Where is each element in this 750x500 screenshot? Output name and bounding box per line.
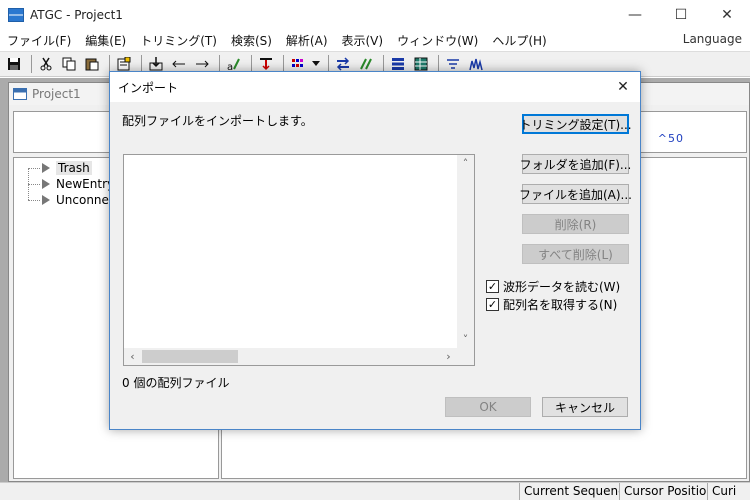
menu-analysis[interactable]: 解析(A): [279, 32, 335, 49]
window-controls: — ☐ ✕: [612, 0, 750, 30]
add-folder-button[interactable]: フォルダを追加(F)...: [520, 154, 631, 174]
expand-arrow-icon[interactable]: [42, 163, 50, 173]
menu-bar: ファイル(F) 編集(E) トリミング(T) 検索(S) 解析(A) 表示(V)…: [0, 30, 750, 51]
save-icon[interactable]: [4, 54, 24, 74]
paste-icon[interactable]: [82, 54, 102, 74]
scroll-right-icon[interactable]: ›: [440, 348, 457, 365]
import-dialog: インポート ✕ 配列ファイルをインポートします。 トリミング設定(T)... ˄…: [109, 71, 641, 430]
expand-arrow-icon[interactable]: [42, 179, 50, 189]
menu-language[interactable]: Language: [683, 32, 742, 46]
delete-button[interactable]: 削除(R): [522, 214, 629, 234]
tree-item-label: Trash: [56, 161, 92, 175]
app-icon: [8, 8, 24, 22]
status-current-sequence: Current Sequence: [519, 483, 619, 500]
svg-text:a: a: [227, 62, 233, 71]
get-seqname-option[interactable]: ✓ 配列名を取得する(N): [486, 296, 617, 313]
dialog-description: 配列ファイルをインポートします。: [122, 114, 313, 128]
status-cut: Curi: [707, 483, 750, 500]
scrollbar-corner: [457, 348, 474, 365]
toolbar-separator: [31, 55, 32, 73]
project-title: Project1: [32, 87, 81, 101]
status-bar: Current Sequence Cursor Position Curi: [0, 482, 750, 500]
maximize-button[interactable]: ☐: [658, 0, 704, 30]
menu-help[interactable]: ヘルプ(H): [485, 32, 553, 49]
tree-item-newentry[interactable]: NewEntry: [28, 176, 114, 192]
read-waveform-checkbox[interactable]: ✓: [486, 280, 499, 293]
tree-item-label: NewEntry: [56, 177, 115, 191]
file-count-label: 0 個の配列ファイル: [122, 376, 230, 390]
scroll-thumb[interactable]: [142, 350, 238, 363]
scroll-left-icon[interactable]: ‹: [124, 348, 141, 365]
dialog-title-bar: インポート: [110, 72, 640, 102]
position-ruler: ^50: [657, 132, 684, 145]
title-bar: ATGC - Project1 — ☐ ✕: [0, 0, 750, 30]
menu-trimming[interactable]: トリミング(T): [133, 32, 224, 49]
menu-window[interactable]: ウィンドウ(W): [390, 32, 485, 49]
get-seqname-label: 配列名を取得する(N): [503, 298, 618, 312]
file-listbox[interactable]: ˄ ˅ ‹ ›: [123, 154, 475, 366]
window-title: ATGC - Project1: [30, 8, 123, 22]
get-seqname-checkbox[interactable]: ✓: [486, 298, 499, 311]
scroll-down-icon[interactable]: ˅: [457, 331, 474, 348]
horizontal-scrollbar[interactable]: ‹ ›: [124, 348, 457, 365]
menu-file[interactable]: ファイル(F): [0, 32, 78, 49]
minimize-button[interactable]: —: [612, 0, 658, 30]
add-file-button[interactable]: ファイルを追加(A)...: [519, 184, 632, 204]
project-icon: [13, 88, 27, 100]
tree-item-trash[interactable]: Trash: [28, 160, 92, 176]
status-cursor-position: Cursor Position: [619, 483, 707, 500]
copy-icon[interactable]: [59, 54, 79, 74]
menu-edit[interactable]: 編集(E): [78, 32, 133, 49]
menu-search[interactable]: 検索(S): [224, 32, 279, 49]
trim-settings-button[interactable]: トリミング設定(T)...: [519, 114, 632, 134]
close-button[interactable]: ✕: [704, 0, 750, 30]
vertical-scrollbar[interactable]: ˄ ˅: [457, 155, 474, 348]
menu-view[interactable]: 表示(V): [335, 32, 391, 49]
cut-icon[interactable]: [36, 54, 56, 74]
read-waveform-label: 波形データを読む(W): [503, 280, 621, 294]
cancel-button[interactable]: キャンセル: [542, 397, 628, 417]
dialog-title: インポート: [118, 80, 179, 95]
expand-arrow-icon[interactable]: [42, 195, 50, 205]
scroll-up-icon[interactable]: ˄: [457, 155, 474, 172]
read-waveform-option[interactable]: ✓ 波形データを読む(W): [486, 278, 620, 295]
dialog-close-icon[interactable]: ✕: [606, 72, 640, 102]
ok-button[interactable]: OK: [445, 397, 531, 417]
tree-item-unconnect[interactable]: Unconnect: [28, 192, 120, 208]
delete-all-button[interactable]: すべて削除(L): [522, 244, 629, 264]
